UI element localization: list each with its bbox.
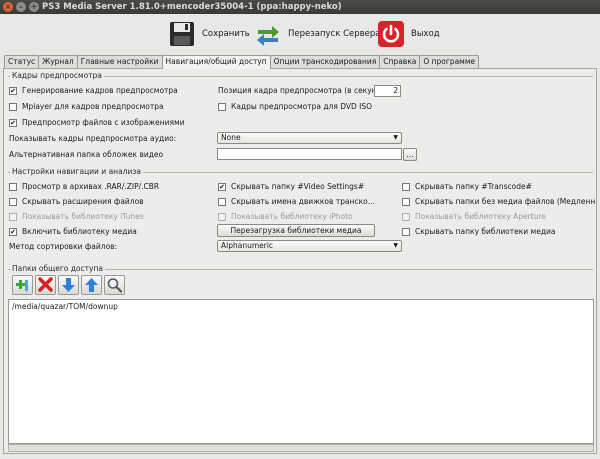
browse-cover-button[interactable]: ...: [403, 148, 417, 161]
close-window-button[interactable]: ×: [3, 2, 13, 12]
archives-checkbox[interactable]: Просмотр в архивах .RAR/.ZIP/.CBR: [9, 182, 159, 191]
magnifier-icon: [107, 278, 123, 293]
window-title: PS3 Media Server 1.81.0+mencoder35004-1 …: [42, 2, 342, 12]
navigation-panel: Кадры предпросмотра ✔ Генерирование кадр…: [3, 68, 597, 454]
shared-folders-section-title: Папки общего доступа: [10, 264, 105, 273]
move-down-button[interactable]: [58, 275, 79, 295]
image-thumbs-checkbox[interactable]: ✔ Предпросмотр файлов с изображениями: [9, 118, 185, 127]
checkbox-box: [402, 197, 410, 206]
tab-status[interactable]: Статус: [4, 55, 40, 68]
checkbox-box: ✔: [9, 86, 17, 95]
add-folder-button[interactable]: [12, 275, 33, 295]
thumb-position-input[interactable]: 2: [374, 85, 401, 97]
tab-log[interactable]: Журнал: [38, 55, 78, 68]
sort-method-select[interactable]: Alphanumeric ▼: [217, 240, 402, 252]
navigation-section: Настройки навигации и анализа: [8, 167, 593, 176]
quit-label: Выход: [411, 29, 440, 39]
restart-server-button[interactable]: Перезапуск Сервера: [254, 18, 380, 50]
audio-thumbs-label: Показывать кадры предпросмотра аудио:: [9, 134, 177, 143]
show-itunes-checkbox: Показывать библиотеку iTunes: [9, 212, 144, 221]
tab-navigation-sharing[interactable]: Навигация/общий доступ: [161, 55, 271, 69]
checkbox-box: [9, 197, 17, 206]
audio-thumbs-select[interactable]: None ▼: [217, 132, 402, 144]
hide-library-folder-checkbox[interactable]: Скрывать папку библиотеки медиа: [402, 227, 555, 236]
show-iphoto-checkbox: Показывать библиотеку iPhoto: [218, 212, 353, 221]
shared-folders-section: Папки общего доступа: [8, 264, 593, 273]
main-toolbar: Сохранить Перезапуск Сервера Выход: [0, 14, 600, 54]
checkbox-box: [402, 182, 410, 191]
hide-extensions-checkbox[interactable]: Скрывать расширения файлов: [9, 197, 144, 206]
sort-method-label: Метод сортировки файлов:: [9, 242, 118, 251]
chevron-down-icon: ▼: [393, 134, 398, 141]
arrow-up-icon: [85, 278, 98, 292]
tab-transcoding[interactable]: Опции транскодирования: [269, 55, 381, 68]
checkbox-box: [9, 182, 17, 191]
show-aperture-checkbox: Показывать библиотеку Aperture: [402, 212, 546, 221]
shared-folders-toolbar: [12, 275, 125, 295]
thumbnails-section-title: Кадры предпросмотра: [10, 71, 104, 80]
checkbox-box: [218, 102, 226, 111]
save-label: Сохранить: [202, 29, 250, 39]
hide-video-settings-checkbox[interactable]: ✔ Скрывать папку #Video Settings#: [218, 182, 364, 191]
gen-thumbs-checkbox[interactable]: ✔ Генерирование кадров предпросмотра: [9, 86, 178, 95]
remove-folder-button[interactable]: [35, 275, 56, 295]
checkbox-box: [402, 227, 410, 236]
checkbox-box: ✔: [218, 182, 226, 191]
quit-button[interactable]: Выход: [377, 18, 440, 50]
hide-transcode-checkbox[interactable]: Скрывать папку #Transcode#: [402, 182, 532, 191]
tab-bar: Статус Журнал Главные настройки Навигаци…: [4, 55, 480, 69]
tab-about[interactable]: О программе: [419, 55, 480, 68]
alt-cover-input[interactable]: [217, 148, 402, 160]
tab-general-settings[interactable]: Главные настройки: [76, 55, 163, 68]
power-icon: [377, 20, 405, 48]
list-item[interactable]: /media/quazar/TOM/downup: [9, 300, 593, 313]
checkbox-box: [218, 212, 226, 221]
shared-folders-list[interactable]: /media/quazar/TOM/downup: [8, 299, 594, 444]
tab-help[interactable]: Справка: [379, 55, 421, 68]
checkbox-box: ✔: [9, 118, 17, 127]
checkbox-box: [402, 212, 410, 221]
title-bar: × – + PS3 Media Server 1.81.0+mencoder35…: [0, 0, 600, 14]
dvd-iso-thumbs-checkbox[interactable]: Кадры предпросмотра для DVD ISO: [218, 102, 372, 111]
reload-library-button[interactable]: Перезагрузка библиотеки медиа: [217, 224, 375, 237]
hide-engines-checkbox[interactable]: Скрывать имена движков транско...: [218, 197, 375, 206]
checkbox-box: [9, 212, 17, 221]
browse-folder-button[interactable]: [104, 275, 125, 295]
media-library-checkbox[interactable]: ✔ Включить библиотеку медиа: [9, 227, 137, 236]
navigation-section-title: Настройки навигации и анализа: [10, 167, 143, 176]
maximize-window-button[interactable]: +: [29, 2, 39, 12]
restart-arrows-icon: [254, 20, 282, 48]
alt-cover-label: Альтернативная папка обложек видео: [9, 150, 164, 159]
minimize-window-button[interactable]: –: [16, 2, 26, 12]
floppy-disk-icon: [168, 20, 196, 48]
window-controls: × – +: [3, 2, 39, 12]
hide-empty-folders-checkbox[interactable]: Скрывать папки без медиа файлов (Медленн: [402, 197, 595, 206]
move-up-button[interactable]: [81, 275, 102, 295]
save-button[interactable]: Сохранить: [168, 18, 250, 50]
checkbox-box: [9, 102, 17, 111]
checkbox-box: [218, 197, 226, 206]
checkbox-box: ✔: [9, 227, 17, 236]
thumbnails-section: Кадры предпросмотра: [8, 71, 593, 80]
horizontal-scrollbar[interactable]: [8, 444, 594, 452]
mplayer-thumbs-checkbox[interactable]: Mplayer для кадров предпросмотра: [9, 102, 164, 111]
thumb-position-label: Позиция кадра предпросмотра (в секундах)…: [218, 86, 397, 95]
chevron-down-icon: ▼: [393, 242, 398, 249]
arrow-down-icon: [62, 278, 75, 292]
remove-icon: [38, 277, 53, 292]
add-folder-icon: [16, 280, 28, 291]
restart-label: Перезапуск Сервера: [288, 29, 381, 39]
